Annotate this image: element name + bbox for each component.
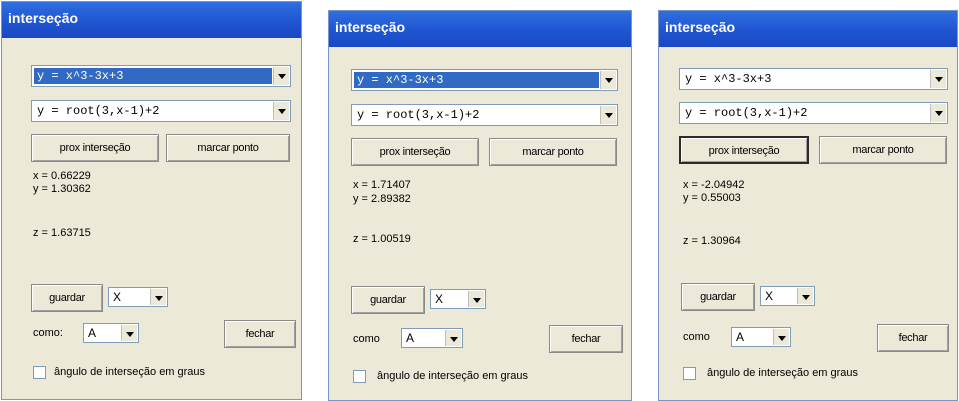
chevron-down-icon[interactable] (273, 102, 289, 120)
chevron-down-icon[interactable] (600, 71, 616, 89)
degrees-checkbox[interactable] (33, 366, 46, 379)
y-value: y = 1.30362 (33, 183, 91, 195)
curve1-select[interactable]: y = x^3-3x+3 (679, 68, 948, 90)
y-value: y = 0.55003 (683, 192, 741, 204)
y-value: y = 2.89382 (353, 193, 411, 205)
chevron-down-icon[interactable] (773, 329, 789, 345)
curve1-value: y = x^3-3x+3 (354, 72, 599, 88)
close-button[interactable]: fechar (549, 325, 623, 353)
save-target-value: X (765, 289, 774, 303)
mark-point-button[interactable]: marcar ponto (166, 134, 290, 162)
next-intersection-button[interactable]: prox interseção (679, 136, 809, 164)
point-name-select[interactable]: A (731, 327, 791, 347)
save-target-select[interactable]: X (430, 289, 486, 309)
x-value: x = -2.04942 (683, 179, 745, 191)
point-name-select[interactable]: A (83, 323, 139, 343)
curve2-value: y = root(3,x-1)+2 (357, 108, 480, 122)
z-value: z = 1.30964 (683, 235, 741, 247)
chevron-down-icon[interactable] (797, 288, 813, 304)
point-name-value: A (736, 330, 745, 344)
x-value: x = 0.66229 (33, 170, 91, 182)
curve1-value: y = x^3-3x+3 (685, 72, 772, 86)
save-button[interactable]: guardar (681, 283, 755, 311)
degrees-checkbox[interactable] (683, 367, 696, 380)
as-label: como (683, 331, 710, 343)
chevron-down-icon[interactable] (468, 291, 484, 307)
mark-point-button[interactable]: marcar ponto (489, 138, 617, 166)
curve1-select[interactable]: y = x^3-3x+3 (351, 69, 618, 91)
degrees-label: ângulo de interseção em graus (377, 370, 529, 382)
dialog-title: interseção (329, 11, 631, 47)
chevron-down-icon[interactable] (445, 330, 461, 346)
save-target-value: X (435, 292, 444, 306)
chevron-down-icon[interactable] (600, 106, 616, 124)
as-label: como: (33, 327, 63, 339)
as-label: como (353, 333, 380, 345)
curve2-select[interactable]: y = root(3,x-1)+2 (679, 102, 948, 124)
next-intersection-button[interactable]: prox interseção (31, 134, 159, 162)
curve2-select[interactable]: y = root(3,x-1)+2 (31, 100, 291, 122)
mark-point-button[interactable]: marcar ponto (819, 136, 947, 164)
save-button[interactable]: guardar (351, 286, 425, 314)
degrees-label: ângulo de interseção em graus (707, 367, 859, 379)
x-value: x = 1.71407 (353, 179, 411, 191)
intersection-dialog-3: interseção y = x^3-3x+3 y = root(3,x-1)+… (658, 10, 958, 401)
chevron-down-icon[interactable] (930, 70, 946, 88)
intersection-dialog-2: interseção y = x^3-3x+3 y = root(3,x-1)+… (328, 10, 632, 401)
save-target-value: X (113, 290, 122, 304)
chevron-down-icon[interactable] (930, 104, 946, 122)
chevron-down-icon[interactable] (273, 67, 289, 85)
save-button[interactable]: guardar (31, 284, 103, 312)
degrees-label: ângulo de interseção em graus (54, 366, 206, 378)
z-value: z = 1.00519 (353, 233, 411, 245)
degrees-checkbox[interactable] (353, 370, 366, 383)
point-name-value: A (88, 326, 97, 340)
dialog-title: interseção (2, 2, 301, 38)
curve2-value: y = root(3,x-1)+2 (37, 104, 160, 118)
curve2-select[interactable]: y = root(3,x-1)+2 (351, 104, 618, 126)
close-button[interactable]: fechar (224, 320, 296, 348)
z-value: z = 1.63715 (33, 227, 91, 239)
dialog-title: interseção (659, 11, 957, 47)
chevron-down-icon[interactable] (150, 289, 166, 305)
intersection-dialog-1: interseção y = x^3-3x+3 y = root(3,x-1)+… (1, 1, 302, 400)
save-target-select[interactable]: X (760, 286, 815, 306)
chevron-down-icon[interactable] (121, 325, 137, 341)
curve2-value: y = root(3,x-1)+2 (685, 106, 808, 120)
point-name-value: A (406, 331, 415, 345)
curve1-value: y = x^3-3x+3 (34, 68, 272, 84)
curve1-select[interactable]: y = x^3-3x+3 (31, 65, 291, 87)
close-button[interactable]: fechar (877, 324, 949, 352)
point-name-select[interactable]: A (401, 328, 463, 348)
next-intersection-button[interactable]: prox interseção (351, 138, 479, 166)
save-target-select[interactable]: X (108, 287, 168, 307)
